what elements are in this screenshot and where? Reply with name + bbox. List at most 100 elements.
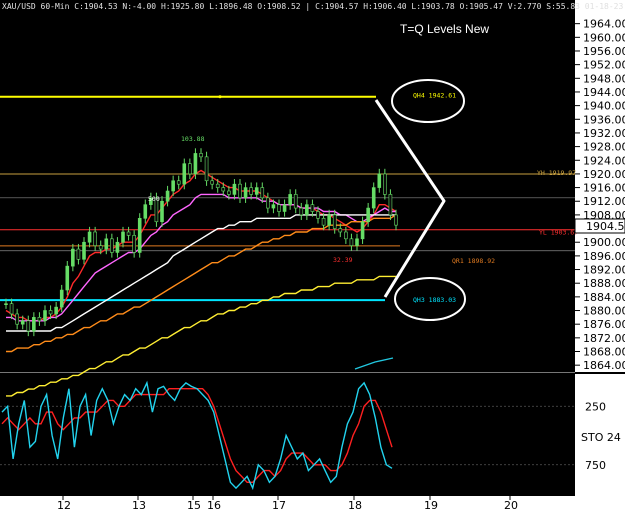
price-candle [59,289,64,308]
price-candle [260,187,265,199]
price-candle [93,231,97,246]
price-candle [366,207,370,223]
y-tick-label: 1884.00 [583,291,625,304]
time-axis-corner [575,496,625,511]
price-candle [305,204,309,216]
arrow-bracket [374,99,446,298]
price-candle [321,218,326,226]
price-candle [360,221,365,240]
x-tick-label: 17 [272,499,286,511]
moving-average-line [6,214,396,332]
stoch-tick-label: 250 [585,400,606,413]
chart-annotation: 103.88 [181,135,205,143]
level-label: YH 1919.97 [537,169,576,177]
price-candle [349,238,354,246]
price-candle [388,194,393,216]
price-candle [232,183,237,195]
y-tick-label: 1964.00 [583,18,625,31]
price-candle [188,163,192,175]
price-candle [98,245,103,250]
level-label: QH4 1942.61 [413,92,456,100]
price-candle [215,183,220,188]
current-price-label: 1904.53 [586,220,625,233]
y-tick-label: 1896.00 [583,250,625,263]
price-candle [104,238,109,250]
y-tick-label: 1900.00 [583,236,625,249]
price-candle [277,204,281,212]
price-candle [176,180,181,185]
price-candle [282,204,287,212]
price-candle [310,204,315,212]
price-candle [71,248,75,267]
price-candle [249,187,253,195]
chart-annotation: 32.39 [333,256,353,264]
x-tick-label: 15 [187,499,201,511]
y-tick-label: 1920.00 [583,168,625,181]
price-candle [110,238,114,253]
y-tick-label: 1944.00 [583,86,625,99]
y-tick-label: 1956.00 [583,45,625,58]
x-tick-label: 12 [57,499,71,511]
price-candle [26,320,31,332]
price-candle [288,194,292,205]
price-axis-ticks: 1864.001868.001872.001876.001880.001884.… [575,18,625,372]
chart-title: T=Q Levels New [400,22,489,36]
x-tick-label: 18 [348,499,362,511]
price-candle [254,187,259,195]
price-candle [377,173,382,188]
time-axis-panel [0,496,575,511]
price-candle [126,231,131,236]
price-candle [394,214,398,226]
price-candle [182,163,187,185]
price-candle [371,187,376,209]
level-label: YL 1903.67 [539,229,578,237]
y-tick-label: 1936.00 [583,113,625,126]
price-candle [9,303,14,315]
stoch-label: STO 24 [581,431,621,444]
y-tick-label: 1912.00 [583,195,625,208]
price-candle [137,218,142,253]
price-candle [238,183,242,199]
price-candle [82,241,86,260]
price-candle [243,187,248,199]
y-tick-label: 1872.00 [583,332,625,345]
y-tick-label: 1868.00 [583,346,625,359]
price-candle [293,194,298,209]
y-tick-label: 1960.00 [583,31,625,44]
price-candle [32,317,36,332]
price-candle [87,231,92,243]
price-candle [20,320,25,325]
price-candle [227,190,231,195]
upper-level-circle [391,79,465,123]
y-tick-label: 1932.00 [583,127,625,140]
price-candle [132,235,136,253]
moving-averages [5,169,397,397]
price-candle [160,200,164,223]
chart-annotation: 500 [148,195,160,203]
stoch-tick-label: 750 [585,459,606,472]
y-tick-label: 1880.00 [583,305,625,318]
y-tick-label: 1916.00 [583,182,625,195]
long-average-line [354,357,394,370]
price-candle [383,173,387,195]
price-candle [204,156,209,182]
price-candle [332,214,337,229]
price-candle [4,303,8,305]
x-tick-label: 19 [424,499,438,511]
y-tick-label: 1876.00 [583,318,625,331]
chart-header: XAU/USD 60-Min C:1904.53 N:-4.00 H:1925.… [2,2,625,11]
price-candle [171,180,175,192]
price-candle [338,228,343,233]
price-candle [115,241,120,253]
price-candle [355,238,359,246]
price-candle [65,265,70,291]
stoch-k-line [1,380,393,491]
price-candle [299,207,304,216]
price-candle [193,153,198,175]
y-tick-label: 1892.00 [583,264,625,277]
price-series [4,148,398,337]
price-candle [54,306,58,315]
y-tick-label: 1924.00 [583,154,625,167]
y-tick-label: 1952.00 [583,59,625,72]
price-candle [199,153,203,158]
